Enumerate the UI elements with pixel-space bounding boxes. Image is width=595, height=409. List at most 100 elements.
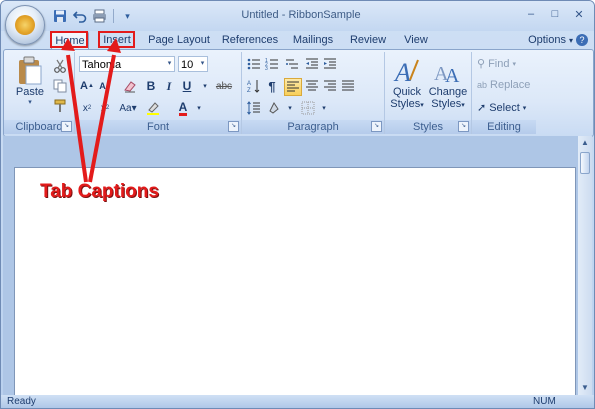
cut-icon[interactable] [52, 58, 68, 74]
bold-icon[interactable]: B [143, 78, 159, 94]
chevron-down-icon: ▾ [568, 35, 573, 45]
scroll-down-icon[interactable]: ▼ [578, 381, 592, 395]
font-color-dropdown-icon[interactable]: ▾ [191, 100, 207, 116]
shrink-font-icon[interactable]: A ▼ [97, 78, 113, 94]
tab-references[interactable]: References [221, 31, 279, 49]
maximize-button[interactable]: □ [544, 5, 566, 23]
group-editing: ⚲ Find ▾ ab Replace ➚ Select ▾ Editing [472, 52, 536, 134]
font-size-dropdown-icon[interactable]: ▾ [198, 57, 207, 71]
office-button[interactable] [5, 5, 45, 45]
shading-dropdown-icon[interactable]: ▾ [282, 100, 298, 116]
paste-button[interactable]: Paste ▾ [10, 56, 50, 106]
office-logo-icon [15, 15, 35, 35]
font-name-dropdown-icon[interactable]: ▾ [165, 57, 174, 71]
window-controls: – □ ✕ [520, 5, 590, 23]
tab-review[interactable]: Review [348, 31, 388, 49]
change-styles-icon: AA [434, 63, 460, 86]
document-area: ▲ ▼ [3, 136, 592, 396]
replace-button[interactable]: ab Replace [477, 79, 530, 91]
change-styles-label-2: Styles▾ [431, 98, 465, 110]
change-styles-label-1: Change [428, 86, 468, 98]
find-button[interactable]: ⚲ Find ▾ [477, 57, 516, 71]
format-painter-icon[interactable] [52, 98, 68, 114]
home-tab-callout [50, 31, 88, 48]
font-color-icon[interactable]: A [175, 100, 191, 116]
font-name-value: Tahoma [82, 59, 122, 71]
font-name-combo[interactable]: Tahoma ▾ [79, 56, 175, 72]
clear-formatting-icon[interactable] [122, 78, 138, 94]
font-group-label: Font [75, 120, 241, 134]
quick-styles-button[interactable]: A Quick Styles▾ [387, 56, 427, 110]
find-icon: ⚲ [477, 58, 486, 70]
clipboard-dialog-launcher[interactable]: ↘ [61, 121, 72, 132]
line-spacing-icon[interactable] [246, 100, 262, 116]
group-paragraph: 123 AZ ¶ ▾ ▾ Paragraph ↘ [242, 52, 385, 134]
undo-icon[interactable] [71, 8, 88, 24]
close-button[interactable]: ✕ [568, 5, 590, 23]
customize-dropdown-icon[interactable]: ▾ [119, 8, 136, 24]
find-label: Find [488, 57, 510, 70]
paragraph-dialog-launcher[interactable]: ↘ [371, 121, 382, 132]
num-lock-indicator: NUM [533, 396, 556, 407]
font-dialog-launcher[interactable]: ↘ [228, 121, 239, 132]
superscript-icon[interactable]: x2 [97, 100, 113, 116]
paste-label: Paste [15, 86, 45, 98]
font-size-combo[interactable]: 10 ▾ [178, 56, 208, 72]
svg-text:A: A [393, 58, 411, 86]
decrease-indent-icon[interactable] [304, 56, 320, 72]
print-icon[interactable] [91, 8, 108, 24]
borders-icon[interactable] [300, 100, 316, 116]
change-styles-button[interactable]: AA Change Styles▾ [427, 56, 469, 110]
paragraph-group-label: Paragraph [242, 120, 384, 134]
bullets-icon[interactable] [246, 56, 262, 72]
copy-icon[interactable] [52, 78, 68, 94]
increase-indent-icon[interactable] [322, 56, 338, 72]
font-size-value: 10 [181, 59, 194, 71]
save-icon[interactable] [51, 8, 68, 24]
tab-mailings[interactable]: Mailings [290, 31, 336, 49]
select-label: Select [489, 101, 520, 114]
select-button[interactable]: ➚ Select ▾ [477, 101, 527, 115]
select-dropdown-icon: ▾ [522, 104, 527, 112]
sort-icon[interactable]: AZ [246, 78, 262, 94]
align-right-icon[interactable] [322, 78, 338, 94]
shading-icon[interactable] [266, 100, 282, 116]
underline-icon[interactable]: U [179, 78, 195, 94]
paste-dropdown-icon: ▾ [28, 99, 32, 106]
vertical-scrollbar[interactable]: ▲ ▼ [578, 136, 592, 395]
grow-font-icon[interactable]: A ▲ [79, 78, 95, 94]
find-dropdown-icon: ▾ [512, 60, 516, 68]
svg-text:A: A [247, 81, 251, 87]
help-icon[interactable]: ? [576, 34, 588, 46]
numbering-icon[interactable]: 123 [264, 56, 280, 72]
tab-view[interactable]: View [399, 31, 433, 49]
options-label: Options [528, 34, 566, 46]
tab-page-layout[interactable]: Page Layout [147, 31, 211, 49]
scroll-thumb[interactable] [580, 152, 590, 174]
title-bar: ▾ Untitled - RibbonSample – □ ✕ [1, 1, 594, 31]
subscript-icon[interactable]: x2 [79, 100, 95, 116]
svg-text:A: A [445, 65, 460, 86]
replace-label: Replace [490, 79, 531, 91]
align-left-icon[interactable] [284, 78, 302, 96]
show-hide-marks-icon[interactable]: ¶ [264, 78, 280, 94]
group-clipboard: Paste ▾ Clipboard ↘ [4, 52, 75, 134]
justify-icon[interactable] [340, 78, 356, 94]
group-font: Tahoma ▾ 10 ▾ A ▲ A ▼ B I U ▾ abc x2 x2 Aa… [75, 52, 242, 134]
window-title: Untitled - RibbonSample [241, 9, 361, 21]
italic-icon[interactable]: I [161, 78, 177, 94]
strikethrough-icon[interactable]: abc [213, 78, 235, 94]
underline-dropdown-icon[interactable]: ▾ [197, 78, 213, 94]
change-case-icon[interactable]: Aa▾ [117, 100, 139, 116]
status-text: Ready [7, 396, 36, 407]
highlight-color-icon[interactable] [145, 100, 161, 116]
options-menu[interactable]: Options ▾ ? [528, 31, 588, 49]
multilevel-list-icon[interactable] [284, 56, 300, 72]
align-center-icon[interactable] [304, 78, 320, 94]
styles-dialog-launcher[interactable]: ↘ [458, 121, 469, 132]
application-window: ▾ Untitled - RibbonSample – □ ✕ Home Ins… [0, 0, 595, 409]
svg-text:3: 3 [265, 66, 268, 71]
scroll-up-icon[interactable]: ▲ [578, 136, 592, 150]
minimize-button[interactable]: – [520, 5, 542, 23]
borders-dropdown-icon[interactable]: ▾ [316, 100, 332, 116]
